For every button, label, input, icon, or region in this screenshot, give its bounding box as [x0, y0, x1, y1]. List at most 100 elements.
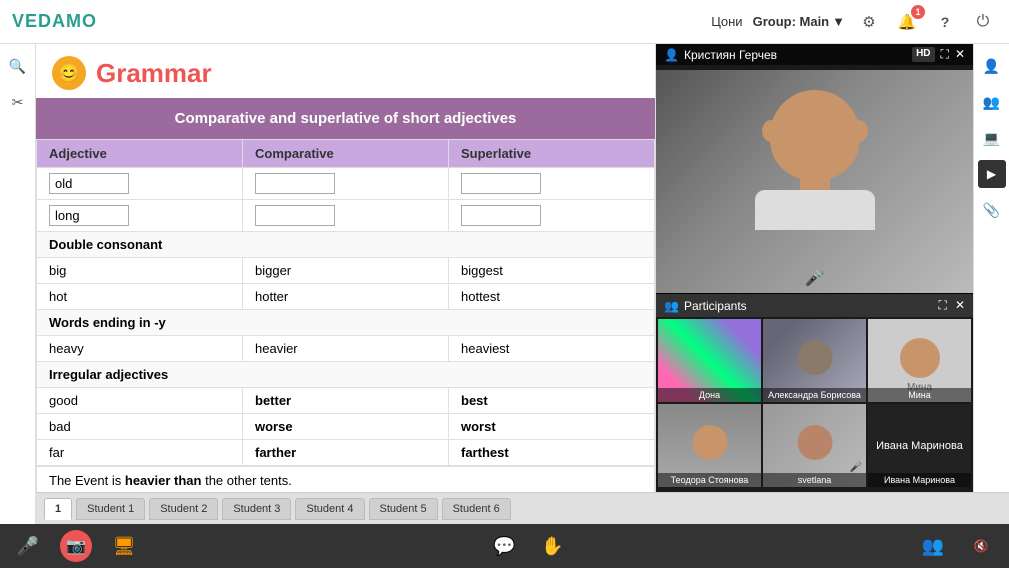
- adj-cell: heavy: [37, 336, 243, 362]
- superlative-input[interactable]: [461, 173, 541, 194]
- video-left-info: 👤 Кристиян Герчев: [664, 48, 777, 62]
- mic-indicator: 🎤: [805, 268, 825, 288]
- close-participants-button[interactable]: ✕: [955, 298, 965, 313]
- participant-2-name: Александра Борисова: [763, 388, 866, 402]
- expand-participants-button[interactable]: ⛶: [939, 298, 947, 313]
- comparative-input-cell[interactable]: [243, 200, 449, 232]
- left-sidebar: 🔍 ✂: [0, 44, 36, 524]
- participant-cell-2: Александра Борисова: [763, 319, 866, 402]
- participants-grid: Дона Александра Борисова: [656, 317, 973, 489]
- superlative-input[interactable]: [461, 205, 541, 226]
- superlative-input-cell[interactable]: [449, 168, 655, 200]
- top-right-controls: Цони Group: Main ▼ ⚙ 🔔 1 ? ⏻: [711, 8, 997, 36]
- comp-cell: heavier: [243, 336, 449, 362]
- comp-cell: hotter: [243, 284, 449, 310]
- comparative-input-cell[interactable]: [243, 168, 449, 200]
- mic-mute-right[interactable]: 🔇: [965, 530, 997, 562]
- adjective-input-cell[interactable]: [37, 168, 243, 200]
- grammar-slide: 😊 Grammar Comparative and superlative of…: [36, 44, 656, 492]
- comparative-input[interactable]: [255, 173, 335, 194]
- tab-student-3[interactable]: Student 3: [222, 498, 291, 520]
- tab-student-4[interactable]: Student 4: [295, 498, 364, 520]
- help-button[interactable]: ?: [931, 8, 959, 36]
- participant-3-name: Мина: [868, 388, 971, 402]
- chat-button[interactable]: 💬: [489, 530, 521, 562]
- tab-student-5[interactable]: Student 5: [369, 498, 438, 520]
- tab-student-2[interactable]: Student 2: [149, 498, 218, 520]
- participant-1-name: Дона: [658, 388, 761, 402]
- table-row: heavy heavier heaviest: [37, 336, 655, 362]
- participants-button[interactable]: 👥: [917, 530, 949, 562]
- table-row: Irregular adjectives: [37, 362, 655, 388]
- table-row: far farther farthest: [37, 440, 655, 466]
- table-row: [37, 200, 655, 232]
- close-video-button[interactable]: ✕: [955, 47, 965, 62]
- topbar: VEDAMO Цони Group: Main ▼ ⚙ 🔔 1 ? ⏻: [0, 0, 1009, 44]
- tab-student-1[interactable]: Student 1: [76, 498, 145, 520]
- super-cell: worst: [449, 414, 655, 440]
- participant-5-face: [797, 425, 832, 460]
- super-cell: biggest: [449, 258, 655, 284]
- sentence-row-1: The Event is heavier than the other tent…: [37, 467, 655, 493]
- comp-cell: worse: [243, 414, 449, 440]
- table-row: Double consonant: [37, 232, 655, 258]
- participant-cell-6: Ивана Маринова Ивана Маринова: [868, 404, 971, 487]
- video-panel: 👤 Кристиян Герчев HD ⛶ ✕: [656, 44, 973, 294]
- participant-4-face: [692, 425, 727, 460]
- zoom-in-icon[interactable]: 🔍: [4, 52, 32, 80]
- group-select[interactable]: Group: Main ▼: [753, 14, 845, 29]
- table-row: hot hotter hottest: [37, 284, 655, 310]
- participants-icon: 👥: [664, 299, 679, 313]
- webcam-video: 🎤: [656, 70, 973, 293]
- tab-1[interactable]: 1: [44, 498, 72, 520]
- participant-6-name: Ивана Маринова: [868, 473, 971, 487]
- expand-video-button[interactable]: ⛶: [941, 47, 949, 62]
- toolbar-left: 🎤 📷 🖥: [12, 530, 140, 562]
- adj-cell: bad: [37, 414, 243, 440]
- power-button[interactable]: ⏻: [969, 8, 997, 36]
- participant-cell-3: Mина Мина: [868, 319, 971, 402]
- bottom-toolbar: 🎤 📷 🖥 💬 ✋ 👥 🔇: [0, 524, 1009, 568]
- adjective-input[interactable]: [49, 173, 129, 194]
- participants-header: 👥 Participants ⛶ ✕: [656, 294, 973, 317]
- col-superlative: Superlative: [449, 140, 655, 168]
- participants-panel: 👥 Participants ⛶ ✕ Дона: [656, 294, 973, 492]
- hand-button[interactable]: ✋: [537, 530, 569, 562]
- right-sidebar: 👤 👥 💻 ▶ 📎: [973, 44, 1009, 492]
- hd-badge: HD: [912, 47, 934, 62]
- user-label: Цони: [711, 14, 742, 29]
- bottom-tabs: 1Student 1Student 2Student 3Student 4Stu…: [36, 492, 1009, 524]
- scissors-icon[interactable]: ✂: [4, 88, 32, 116]
- super-cell: heaviest: [449, 336, 655, 362]
- main-content: 🔍 ✂ 😊 Grammar Comparative and superlativ…: [0, 44, 1009, 524]
- app-logo: VEDAMO: [12, 11, 97, 32]
- adjective-input-cell[interactable]: [37, 200, 243, 232]
- adjective-input[interactable]: [49, 205, 129, 226]
- table-row: big bigger biggest: [37, 258, 655, 284]
- comp-cell: farther: [243, 440, 449, 466]
- video-username: Кристиян Герчев: [684, 48, 777, 62]
- settings-button[interactable]: ⚙: [855, 8, 883, 36]
- right-panels: 👤 Кристиян Герчев HD ⛶ ✕: [656, 44, 973, 492]
- camera-button[interactable]: 📷: [60, 530, 92, 562]
- comp-cell: better: [243, 388, 449, 414]
- table-row: good better best: [37, 388, 655, 414]
- participant-6-label: Ивана Маринова: [876, 440, 963, 452]
- grammar-icon: 😊: [52, 56, 86, 90]
- sentence-table: The Event is heavier than the other tent…: [36, 466, 655, 492]
- tab-student-6[interactable]: Student 6: [442, 498, 511, 520]
- mic-button[interactable]: 🎤: [12, 530, 44, 562]
- participants-sidebar-icon[interactable]: 👤: [978, 52, 1006, 80]
- comparative-input[interactable]: [255, 205, 335, 226]
- screen-sidebar-icon[interactable]: 💻: [978, 124, 1006, 152]
- adj-cell: big: [37, 258, 243, 284]
- attachment-sidebar-icon[interactable]: 📎: [978, 196, 1006, 224]
- play-sidebar-button[interactable]: ▶: [978, 160, 1006, 188]
- super-cell: best: [449, 388, 655, 414]
- notification-badge: 1: [911, 5, 925, 19]
- groups-sidebar-icon[interactable]: 👥: [978, 88, 1006, 116]
- superlative-input-cell[interactable]: [449, 200, 655, 232]
- participant-5-name: svetlana: [763, 473, 866, 487]
- screen-share-button[interactable]: 🖥: [108, 530, 140, 562]
- participants-title-area: 👥 Participants: [664, 299, 747, 313]
